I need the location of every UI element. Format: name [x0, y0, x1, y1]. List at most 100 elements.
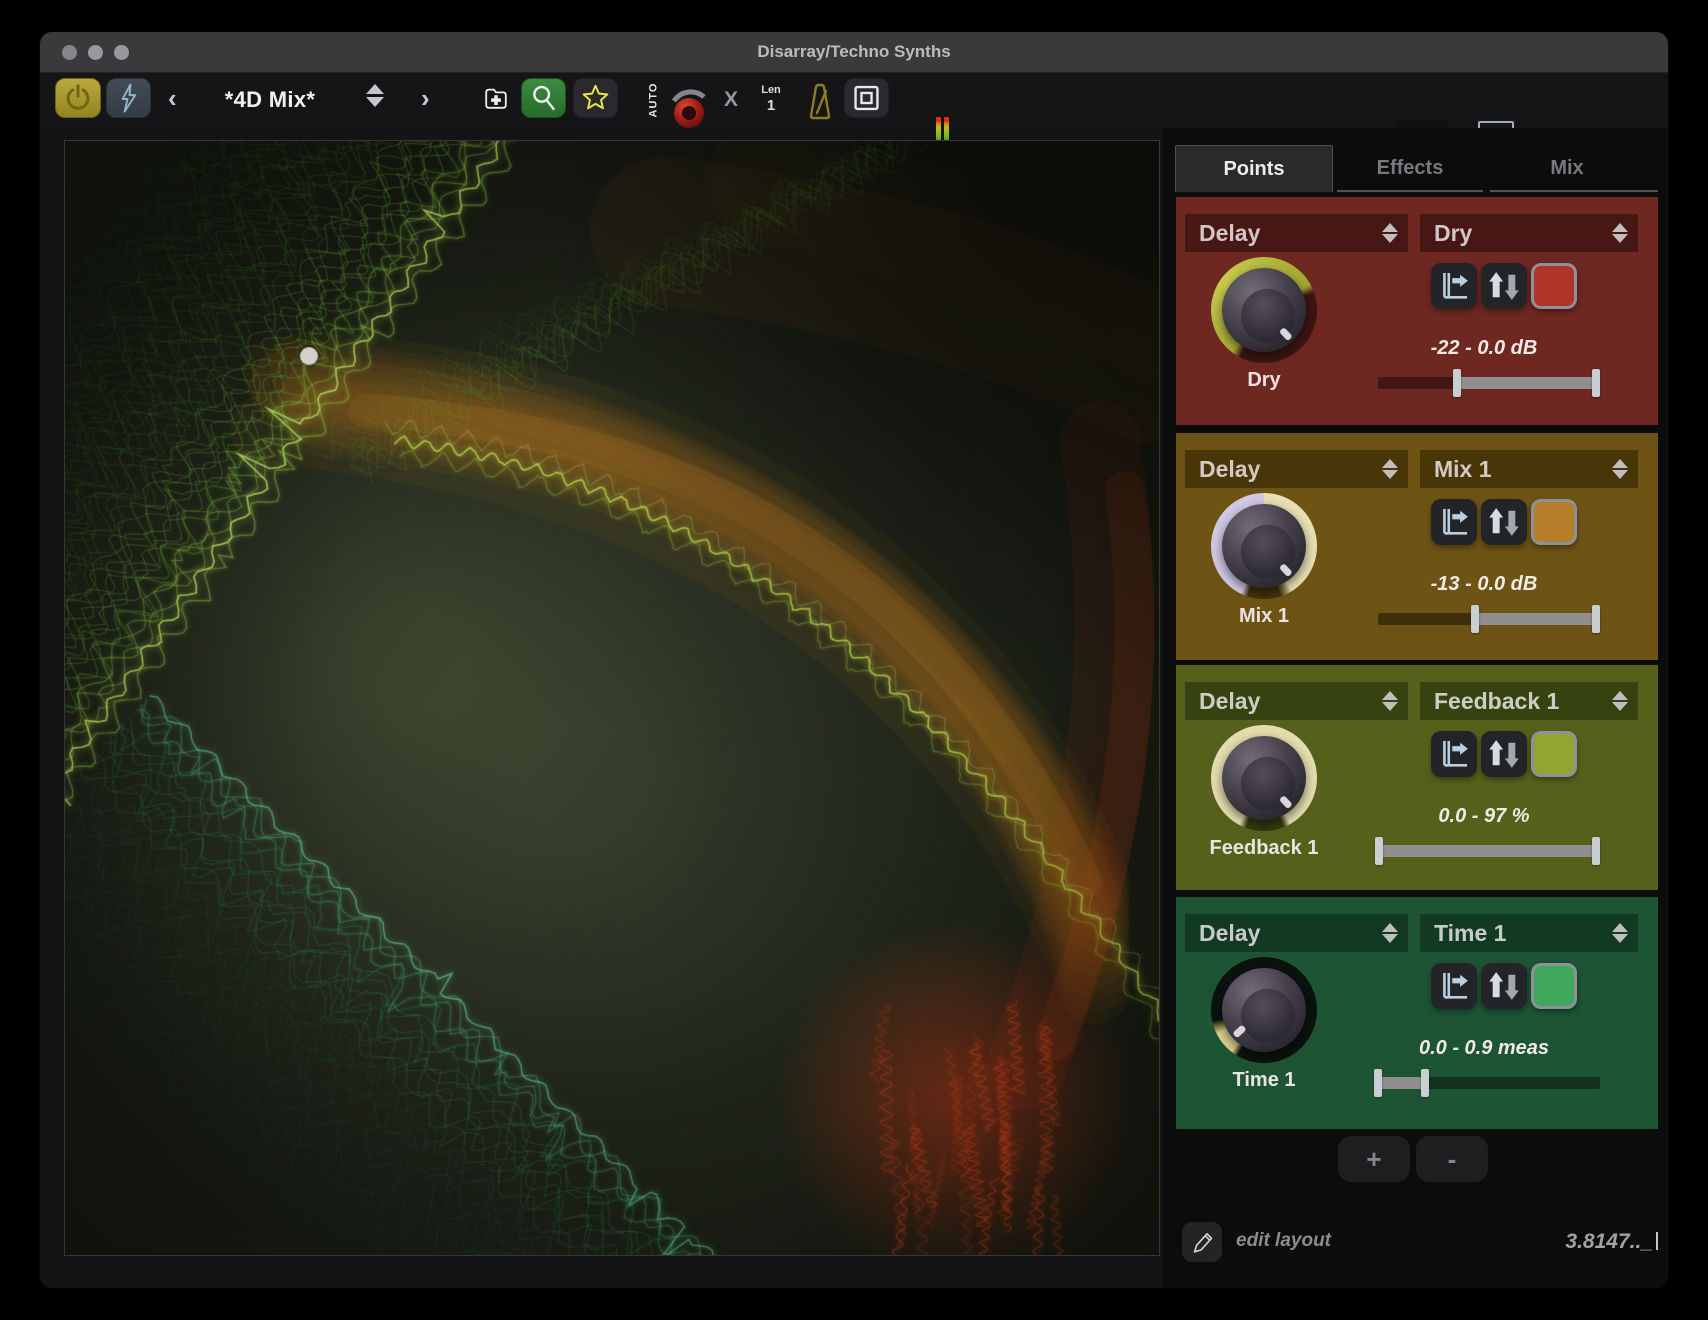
title-bar[interactable]: Disarray/Techno Synths	[40, 32, 1668, 73]
param-select[interactable]: Time 1	[1420, 914, 1638, 952]
knob-pointer	[1233, 1025, 1247, 1039]
auto-knob[interactable]	[664, 85, 716, 142]
range-slider[interactable]	[1378, 1069, 1600, 1097]
clear-automation-button[interactable]: X	[724, 88, 738, 112]
metronome-icon	[803, 81, 837, 121]
slider-handle-min[interactable]	[1453, 369, 1461, 397]
knob-pointer	[1279, 563, 1293, 577]
edit-layout-label[interactable]: edit layout	[1236, 1230, 1331, 1252]
param-select-label: Feedback 1	[1434, 688, 1612, 715]
xy-visualizer[interactable]	[64, 140, 1160, 1256]
color-swatch-button[interactable]	[1531, 731, 1577, 777]
axis-arrow-icon	[1434, 502, 1474, 542]
length-control[interactable]: Len 1	[754, 84, 788, 114]
metronome-button[interactable]	[803, 81, 837, 126]
param-card-time1: Delay Time 1 Time 1	[1176, 897, 1658, 1129]
fullscreen-button[interactable]	[844, 78, 889, 118]
slider-handle-max[interactable]	[1592, 837, 1600, 865]
module-select[interactable]: Delay	[1185, 450, 1408, 488]
range-readout: -22 - 0.0 dB	[1384, 337, 1584, 360]
param-knob[interactable]	[1211, 493, 1317, 599]
save-preset-button[interactable]	[476, 78, 516, 118]
range-readout: 0.0 - 97 %	[1384, 805, 1584, 828]
tab-effects[interactable]: Effects	[1338, 145, 1482, 191]
slider-track	[1378, 845, 1600, 857]
slider-handle-min[interactable]	[1374, 1069, 1382, 1097]
axis-arrow-icon	[1434, 966, 1474, 1006]
param-knob[interactable]	[1211, 957, 1317, 1063]
visualizer-canvas[interactable]	[65, 141, 1159, 1255]
auto-knob-icon	[664, 85, 716, 137]
snap-axis-button[interactable]	[1431, 263, 1477, 309]
up-down-arrows-icon	[1484, 266, 1524, 306]
module-select[interactable]: Delay	[1185, 682, 1408, 720]
param-select[interactable]: Feedback 1	[1420, 682, 1638, 720]
preset-name[interactable]: *4D Mix*	[200, 87, 340, 113]
tab-points[interactable]: Points	[1175, 145, 1333, 192]
range-slider[interactable]	[1378, 369, 1600, 397]
next-preset-button[interactable]: ›	[421, 85, 430, 111]
chevron-updown-icon	[1612, 691, 1628, 711]
knob-label: Feedback 1	[1176, 837, 1352, 860]
plugin-window: Disarray/Techno Synths ‹ *4D Mix* ›	[40, 32, 1668, 1288]
range-slider[interactable]	[1378, 837, 1600, 865]
search-icon	[528, 80, 559, 116]
chevron-updown-icon	[1382, 923, 1398, 943]
invert-range-button[interactable]	[1481, 499, 1527, 545]
snap-axis-button[interactable]	[1431, 963, 1477, 1009]
prev-preset-button[interactable]: ‹	[168, 85, 177, 111]
chevron-updown-icon	[1612, 923, 1628, 943]
param-knob[interactable]	[1211, 257, 1317, 363]
tab-divider	[1337, 190, 1483, 192]
module-select-label: Delay	[1199, 688, 1382, 715]
power-button[interactable]	[55, 78, 101, 118]
preset-list-icon[interactable]	[366, 84, 384, 107]
screen: Disarray/Techno Synths ‹ *4D Mix* ›	[0, 0, 1708, 1320]
invert-range-button[interactable]	[1481, 963, 1527, 1009]
module-select[interactable]: Delay	[1185, 214, 1408, 252]
favorite-button[interactable]	[573, 78, 618, 118]
invert-range-button[interactable]	[1481, 263, 1527, 309]
param-knob[interactable]	[1211, 725, 1317, 831]
bypass-button[interactable]	[106, 78, 151, 118]
len-label: Len	[754, 84, 788, 97]
chevron-updown-icon	[1382, 459, 1398, 479]
module-select-label: Delay	[1199, 456, 1382, 483]
snap-axis-button[interactable]	[1431, 499, 1477, 545]
knob-pointer	[1279, 795, 1293, 809]
slider-track	[1378, 613, 1600, 625]
edit-layout-button[interactable]	[1182, 1222, 1222, 1262]
up-down-arrows-icon	[1484, 502, 1524, 542]
invert-range-button[interactable]	[1481, 731, 1527, 777]
slider-track	[1378, 1077, 1600, 1089]
len-value: 1	[754, 97, 788, 114]
slider-handle-min[interactable]	[1375, 837, 1383, 865]
slider-track	[1378, 377, 1600, 389]
slider-handle-max[interactable]	[1592, 605, 1600, 633]
param-select[interactable]: Dry	[1420, 214, 1638, 252]
power-icon	[62, 81, 94, 115]
color-swatch-button[interactable]	[1531, 963, 1577, 1009]
param-select-label: Time 1	[1434, 920, 1612, 947]
browse-presets-button[interactable]	[521, 78, 566, 118]
color-swatch-button[interactable]	[1531, 499, 1577, 545]
lightning-icon	[113, 81, 144, 115]
param-select[interactable]: Mix 1	[1420, 450, 1638, 488]
module-select-label: Delay	[1199, 220, 1382, 247]
snap-axis-button[interactable]	[1431, 731, 1477, 777]
slider-handle-max[interactable]	[1592, 369, 1600, 397]
knob-pointer	[1279, 327, 1293, 341]
up-down-arrows-icon	[1484, 966, 1524, 1006]
range-slider[interactable]	[1378, 605, 1600, 633]
knob-label: Dry	[1176, 369, 1352, 392]
add-point-button[interactable]: +	[1338, 1136, 1410, 1182]
axis-arrow-icon	[1434, 734, 1474, 774]
slider-handle-min[interactable]	[1471, 605, 1479, 633]
tab-mix[interactable]: Mix	[1492, 145, 1642, 191]
remove-point-button[interactable]: -	[1416, 1136, 1488, 1182]
slider-handle-max[interactable]	[1421, 1069, 1429, 1097]
module-select[interactable]: Delay	[1185, 914, 1408, 952]
version-cursor	[1656, 1232, 1658, 1250]
param-card-mix1: Delay Mix 1 Mix 1	[1176, 433, 1658, 660]
color-swatch-button[interactable]	[1531, 263, 1577, 309]
